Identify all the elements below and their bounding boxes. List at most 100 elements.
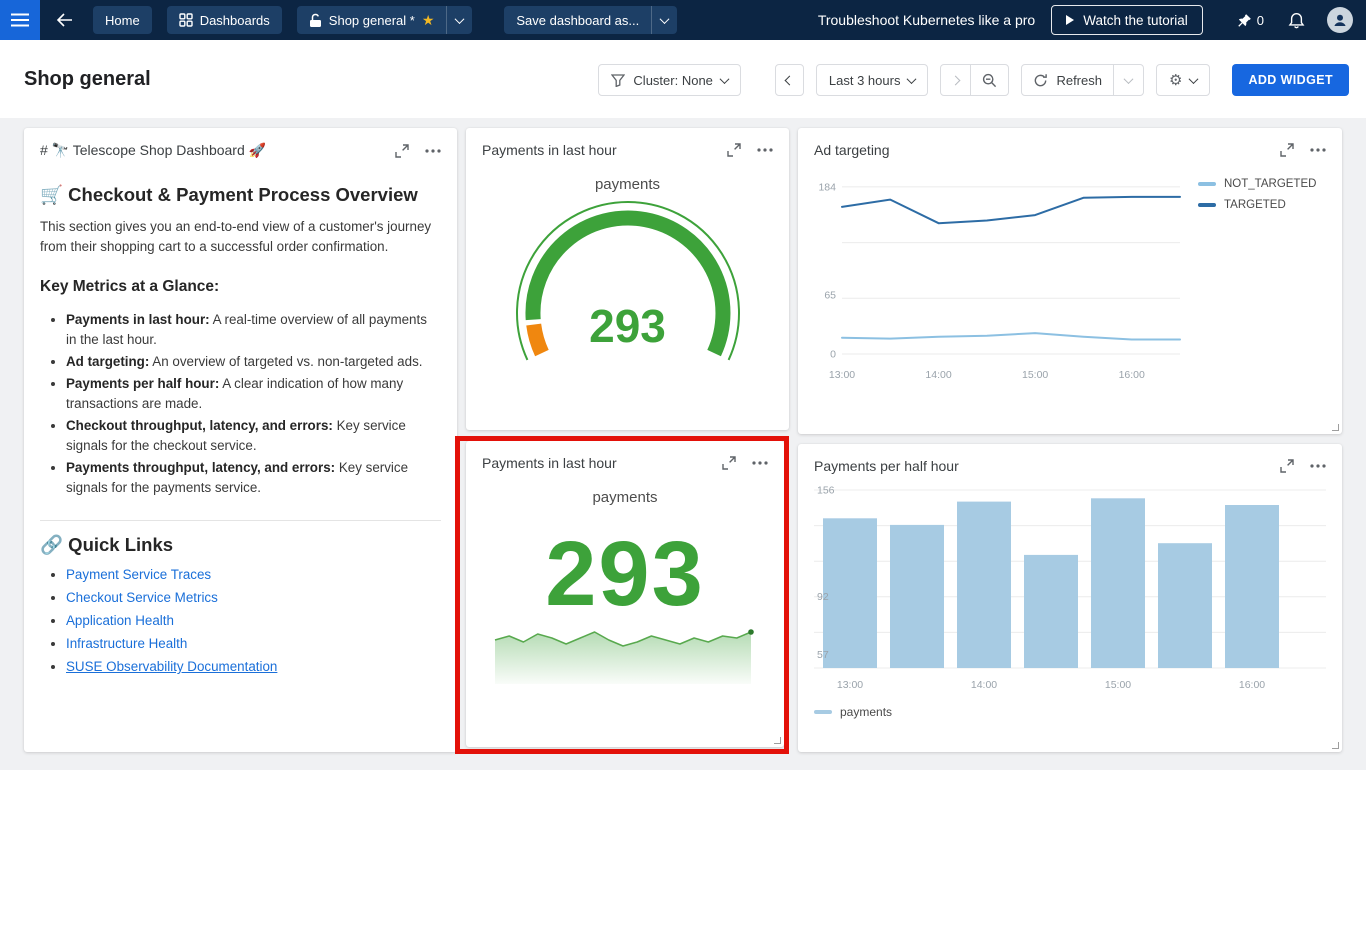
page-title: Shop general [24,68,151,91]
quick-link[interactable]: Checkout Service Metrics [66,590,218,605]
widget-actions [1280,143,1326,157]
ellipsis-icon [425,149,441,153]
add-widget-button[interactable]: ADD WIDGET [1232,64,1349,96]
ad-chart-body: 18465013:0014:0015:0016:00 NOT_TARGETED … [798,164,1342,385]
cluster-filter[interactable]: Cluster: None [598,64,740,96]
expand-widget-button[interactable] [395,144,409,158]
svg-text:92: 92 [817,591,829,603]
zoom-out-button[interactable] [971,65,1008,95]
time-range-selector[interactable]: Last 3 hours [816,64,929,96]
metric-item: Payments per half hour: A clear indicati… [66,374,441,414]
chart-legend: payments [798,695,1342,719]
widget-title: Payments in last hour [482,142,617,158]
widget-ad-targeting: Ad targeting 18465013:0014:0015:0016:00 … [798,128,1342,434]
widget-markdown: # 🔭 Telescope Shop Dashboard 🚀 🛒 Checkou… [24,128,457,752]
series-label: payments [466,176,789,193]
resize-handle[interactable] [774,737,781,744]
legend-item: TARGETED [1198,199,1316,211]
widget-header: Payments in last hour [466,128,789,164]
widget-actions [395,144,441,158]
time-forward-button[interactable] [941,65,970,95]
pinned-items-button[interactable]: 0 [1237,13,1264,28]
svg-text:184: 184 [818,181,836,193]
legend-swatch [814,710,832,714]
menu-button[interactable] [0,0,40,40]
cluster-filter-label: Cluster: None [633,73,712,88]
widget-header: Payments per half hour [798,444,1342,480]
ellipsis-icon [752,461,768,465]
nav-dashboards[interactable]: Dashboards [167,6,282,34]
nav-dashboards-label: Dashboards [200,13,270,28]
nav-home[interactable]: Home [93,6,152,34]
widget-menu-button[interactable] [1310,464,1326,468]
payments-sparkline [493,620,757,689]
quick-link[interactable]: Infrastructure Health [66,636,187,651]
hamburger-icon [11,13,29,27]
dashboard-controls: Cluster: None Last 3 hours Refresh ⚙ ADD… [598,64,1349,96]
chevron-right-icon [951,75,961,85]
chevron-down-icon [1124,74,1134,84]
legend-swatch [1198,203,1216,207]
metric-item: Ad targeting: An overview of targeted vs… [66,352,441,372]
quick-link[interactable]: SUSE Observability Documentation [66,659,277,674]
dashboard-settings-button[interactable]: ⚙ [1156,64,1210,96]
svg-text:57: 57 [817,649,829,661]
widget-header: Payments in last hour [466,441,784,477]
quick-link-item: Checkout Service Metrics [66,588,441,608]
widget-menu-button[interactable] [425,149,441,153]
expand-widget-button[interactable] [1280,459,1294,473]
svg-text:0: 0 [830,349,836,361]
payments-bar-chart: 156925713:0014:0015:0016:00 [798,480,1342,695]
resize-handle[interactable] [1332,742,1339,749]
quick-link[interactable]: Payment Service Traces [66,567,211,582]
resize-handle[interactable] [1332,424,1339,431]
svg-text:156: 156 [817,485,835,497]
play-icon [1066,15,1074,25]
widget-header: # 🔭 Telescope Shop Dashboard 🚀 [24,128,457,165]
metrics-heading: Key Metrics at a Glance: [40,277,441,297]
expand-widget-button[interactable] [1280,143,1294,157]
user-icon [1332,12,1348,28]
svg-text:13:00: 13:00 [829,369,855,380]
legend-label: payments [840,705,892,719]
save-menu-chevron[interactable] [652,6,677,34]
grid-icon [179,13,193,27]
ellipsis-icon [1310,148,1326,152]
refresh-button[interactable]: Refresh [1022,65,1113,95]
time-back-button[interactable] [775,64,804,96]
promo-text: Troubleshoot Kubernetes like a pro [818,12,1035,28]
bell-icon [1288,12,1305,29]
metrics-list: Payments in last hour: A real-time overv… [40,310,441,498]
watch-tutorial-button[interactable]: Watch the tutorial [1051,5,1203,35]
current-dashboard-button[interactable]: Shop general * ★ [297,6,447,34]
user-avatar[interactable] [1327,7,1353,33]
current-dashboard-group: Shop general * ★ [297,6,473,34]
refresh-options-chevron[interactable] [1114,65,1143,95]
widget-payments-gauge: Payments in last hour payments 293 [466,128,789,430]
expand-widget-button[interactable] [722,456,736,470]
widget-menu-button[interactable] [757,148,773,152]
notifications-button[interactable] [1288,12,1305,29]
markdown-content: 🛒 Checkout & Payment Process Overview Th… [24,165,457,677]
expand-widget-button[interactable] [727,143,741,157]
chevron-left-icon [784,75,794,85]
quick-link[interactable]: Application Health [66,613,174,628]
pin-count-badge: 0 [1257,13,1264,28]
gear-icon: ⚙ [1169,73,1182,88]
svg-text:14:00: 14:00 [971,679,997,690]
metric-item: Payments throughput, latency, and errors… [66,458,441,498]
favorite-star-icon[interactable]: ★ [422,13,435,27]
metric-item: Payments in last hour: A real-time overv… [66,310,441,350]
chevron-down-icon [719,74,729,84]
svg-text:16:00: 16:00 [1239,679,1265,690]
widget-payments-number: Payments in last hour payments 293 [466,441,784,747]
time-nav-group [940,64,1009,96]
save-dashboard-as-button[interactable]: Save dashboard as... [504,6,651,34]
dashboard-menu-chevron[interactable] [447,6,472,34]
markdown-heading: 🛒 Checkout & Payment Process Overview [40,185,441,205]
widget-menu-button[interactable] [1310,148,1326,152]
payments-value: 293 [466,528,784,620]
svg-text:15:00: 15:00 [1022,369,1048,380]
widget-menu-button[interactable] [752,461,768,465]
back-button[interactable] [48,0,81,40]
